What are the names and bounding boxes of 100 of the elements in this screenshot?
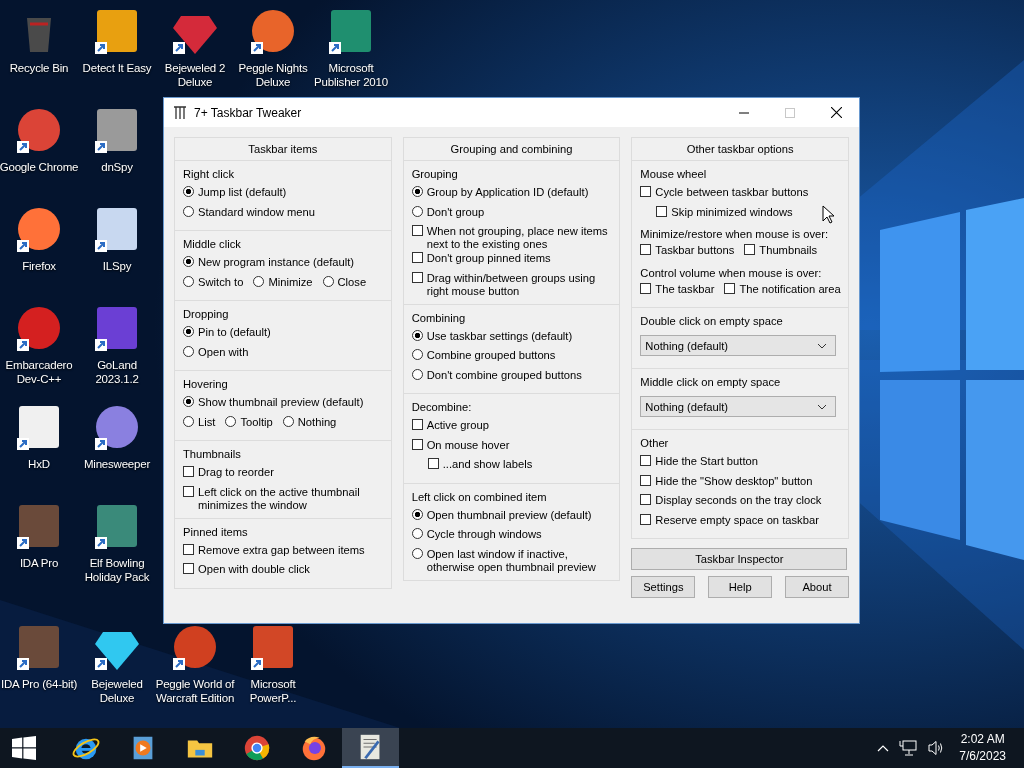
start-icon[interactable] (12, 736, 36, 760)
option-label[interactable]: On mouse hover (426, 437, 510, 452)
option-label[interactable]: Skip minimized windows (671, 204, 793, 219)
option-label[interactable]: Don't group pinned items (426, 251, 551, 265)
radio-button[interactable] (411, 547, 423, 559)
option-label[interactable]: Open with (198, 344, 249, 359)
option-label[interactable]: Use taskbar settings (default) (426, 328, 573, 343)
option-label[interactable]: Open last window if inactive, otherwise open thumbnail preview (426, 546, 612, 574)
option-label[interactable]: Minimize (268, 274, 313, 289)
option-label[interactable]: Switch to (198, 274, 244, 289)
chevron-up-icon[interactable] (877, 744, 890, 752)
radio-button[interactable] (411, 205, 423, 217)
checkbox[interactable] (411, 225, 423, 236)
option-label[interactable]: Nothing (297, 414, 337, 429)
checkbox[interactable] (640, 513, 652, 525)
option-label[interactable]: Pin to (default) (198, 325, 271, 339)
option-label[interactable]: Combine grouped buttons (426, 348, 556, 362)
dialog-button[interactable]: About (785, 576, 849, 598)
option-label[interactable]: When not grouping, place new items next to the existing ones (426, 224, 612, 251)
option-label[interactable]: Drag within/between groups using right mouse button (426, 270, 612, 298)
option-label[interactable]: Standard window menu (198, 204, 315, 219)
radio-button[interactable] (183, 205, 194, 217)
option-label[interactable]: Hide the Start button (655, 454, 758, 468)
checkbox[interactable] (656, 205, 668, 217)
option-label[interactable]: Cycle between taskbar buttons (655, 185, 809, 199)
option-label[interactable]: Hide the "Show desktop" button (655, 473, 813, 488)
inspector-button[interactable]: Taskbar Inspector (631, 548, 848, 570)
app-icon[interactable] (15, 305, 63, 353)
radio-button[interactable] (411, 186, 423, 197)
option-label[interactable]: Tooltip (240, 414, 273, 429)
checkbox[interactable] (411, 271, 423, 283)
radio-button[interactable] (183, 345, 194, 357)
radio-button[interactable] (411, 368, 423, 380)
checkbox[interactable] (183, 563, 194, 574)
option-label[interactable]: Remove extra gap between items (198, 542, 365, 557)
option-label[interactable]: Drag to reorder (198, 465, 274, 479)
checkbox[interactable] (411, 438, 423, 450)
checkbox[interactable] (744, 244, 756, 255)
radio-button[interactable] (322, 275, 334, 287)
option-label[interactable]: Don't combine grouped buttons (426, 367, 582, 382)
app-icon[interactable] (249, 8, 297, 56)
option-label[interactable]: Display seconds on the tray clock (655, 493, 822, 507)
checkbox[interactable] (640, 186, 652, 197)
radio-button[interactable] (282, 415, 294, 427)
clock[interactable]: 2:02 AM 7/6/2023 (959, 731, 1006, 765)
radio-button[interactable] (411, 349, 423, 360)
option-label[interactable]: Don't group (426, 204, 485, 219)
checkbox[interactable] (183, 485, 194, 497)
checkbox[interactable] (411, 252, 423, 263)
section-title: Left click on combined item (411, 490, 547, 503)
option-label[interactable]: ...and show labels (442, 457, 533, 471)
dropdown[interactable]: Nothing (default) (640, 335, 837, 356)
network-icon[interactable] (899, 740, 918, 756)
checkbox[interactable] (411, 419, 423, 430)
option-label[interactable]: Open with double click (198, 562, 310, 576)
checkbox[interactable] (640, 244, 652, 255)
option-label[interactable]: The taskbar (655, 281, 715, 296)
app-icon[interactable] (15, 107, 63, 155)
checkbox[interactable] (183, 466, 194, 477)
radio-button[interactable] (411, 508, 423, 520)
app-icon[interactable] (171, 624, 219, 672)
dropdown[interactable]: Nothing (default) (640, 396, 837, 417)
option-label[interactable]: Group by Application ID (default) (426, 185, 589, 199)
option-label[interactable]: Jump list (default) (198, 185, 287, 199)
option-label[interactable]: Show thumbnail preview (default) (198, 395, 364, 409)
radio-button[interactable] (225, 415, 237, 427)
checkbox[interactable] (183, 543, 194, 555)
option-label[interactable]: Cycle through windows (426, 527, 542, 541)
radio-button[interactable] (183, 326, 194, 337)
checkbox[interactable] (640, 282, 652, 294)
radio-button[interactable] (411, 329, 423, 341)
option-label[interactable]: Active group (426, 418, 489, 432)
dialog-button[interactable]: Help (708, 576, 773, 598)
option-label[interactable]: Reserve empty space on taskbar (655, 512, 819, 527)
checkbox[interactable] (640, 494, 652, 505)
radio-button[interactable] (183, 256, 194, 267)
app-icon[interactable] (15, 206, 63, 254)
radio-button[interactable] (411, 528, 423, 539)
radio-button[interactable] (183, 186, 194, 197)
option-label[interactable]: Thumbnails (759, 243, 818, 257)
app-icon[interactable] (93, 404, 141, 452)
option-label[interactable]: List (198, 414, 216, 429)
radio-button[interactable] (183, 415, 194, 427)
dialog-button[interactable]: Settings (631, 576, 696, 598)
option-label[interactable]: New program instance (default) (198, 255, 355, 269)
radio-button[interactable] (183, 396, 194, 407)
checkbox[interactable] (724, 282, 736, 294)
option-label[interactable]: Open thumbnail preview (default) (426, 507, 592, 522)
icon-label: IDA Pro (64-bit) (0, 677, 79, 691)
checkbox[interactable] (640, 455, 652, 466)
option-label[interactable]: Left click on the active thumbnail minimizes the window (198, 484, 383, 512)
radio-button[interactable] (253, 275, 265, 287)
option-label[interactable]: The notification area (739, 281, 841, 296)
option-label[interactable]: Taskbar buttons (655, 243, 735, 257)
app-icon (172, 104, 188, 121)
taskbar-button[interactable] (342, 728, 399, 768)
checkbox[interactable] (640, 474, 652, 486)
checkbox[interactable] (427, 458, 439, 469)
option-label[interactable]: Close (337, 274, 367, 289)
radio-button[interactable] (183, 275, 194, 287)
